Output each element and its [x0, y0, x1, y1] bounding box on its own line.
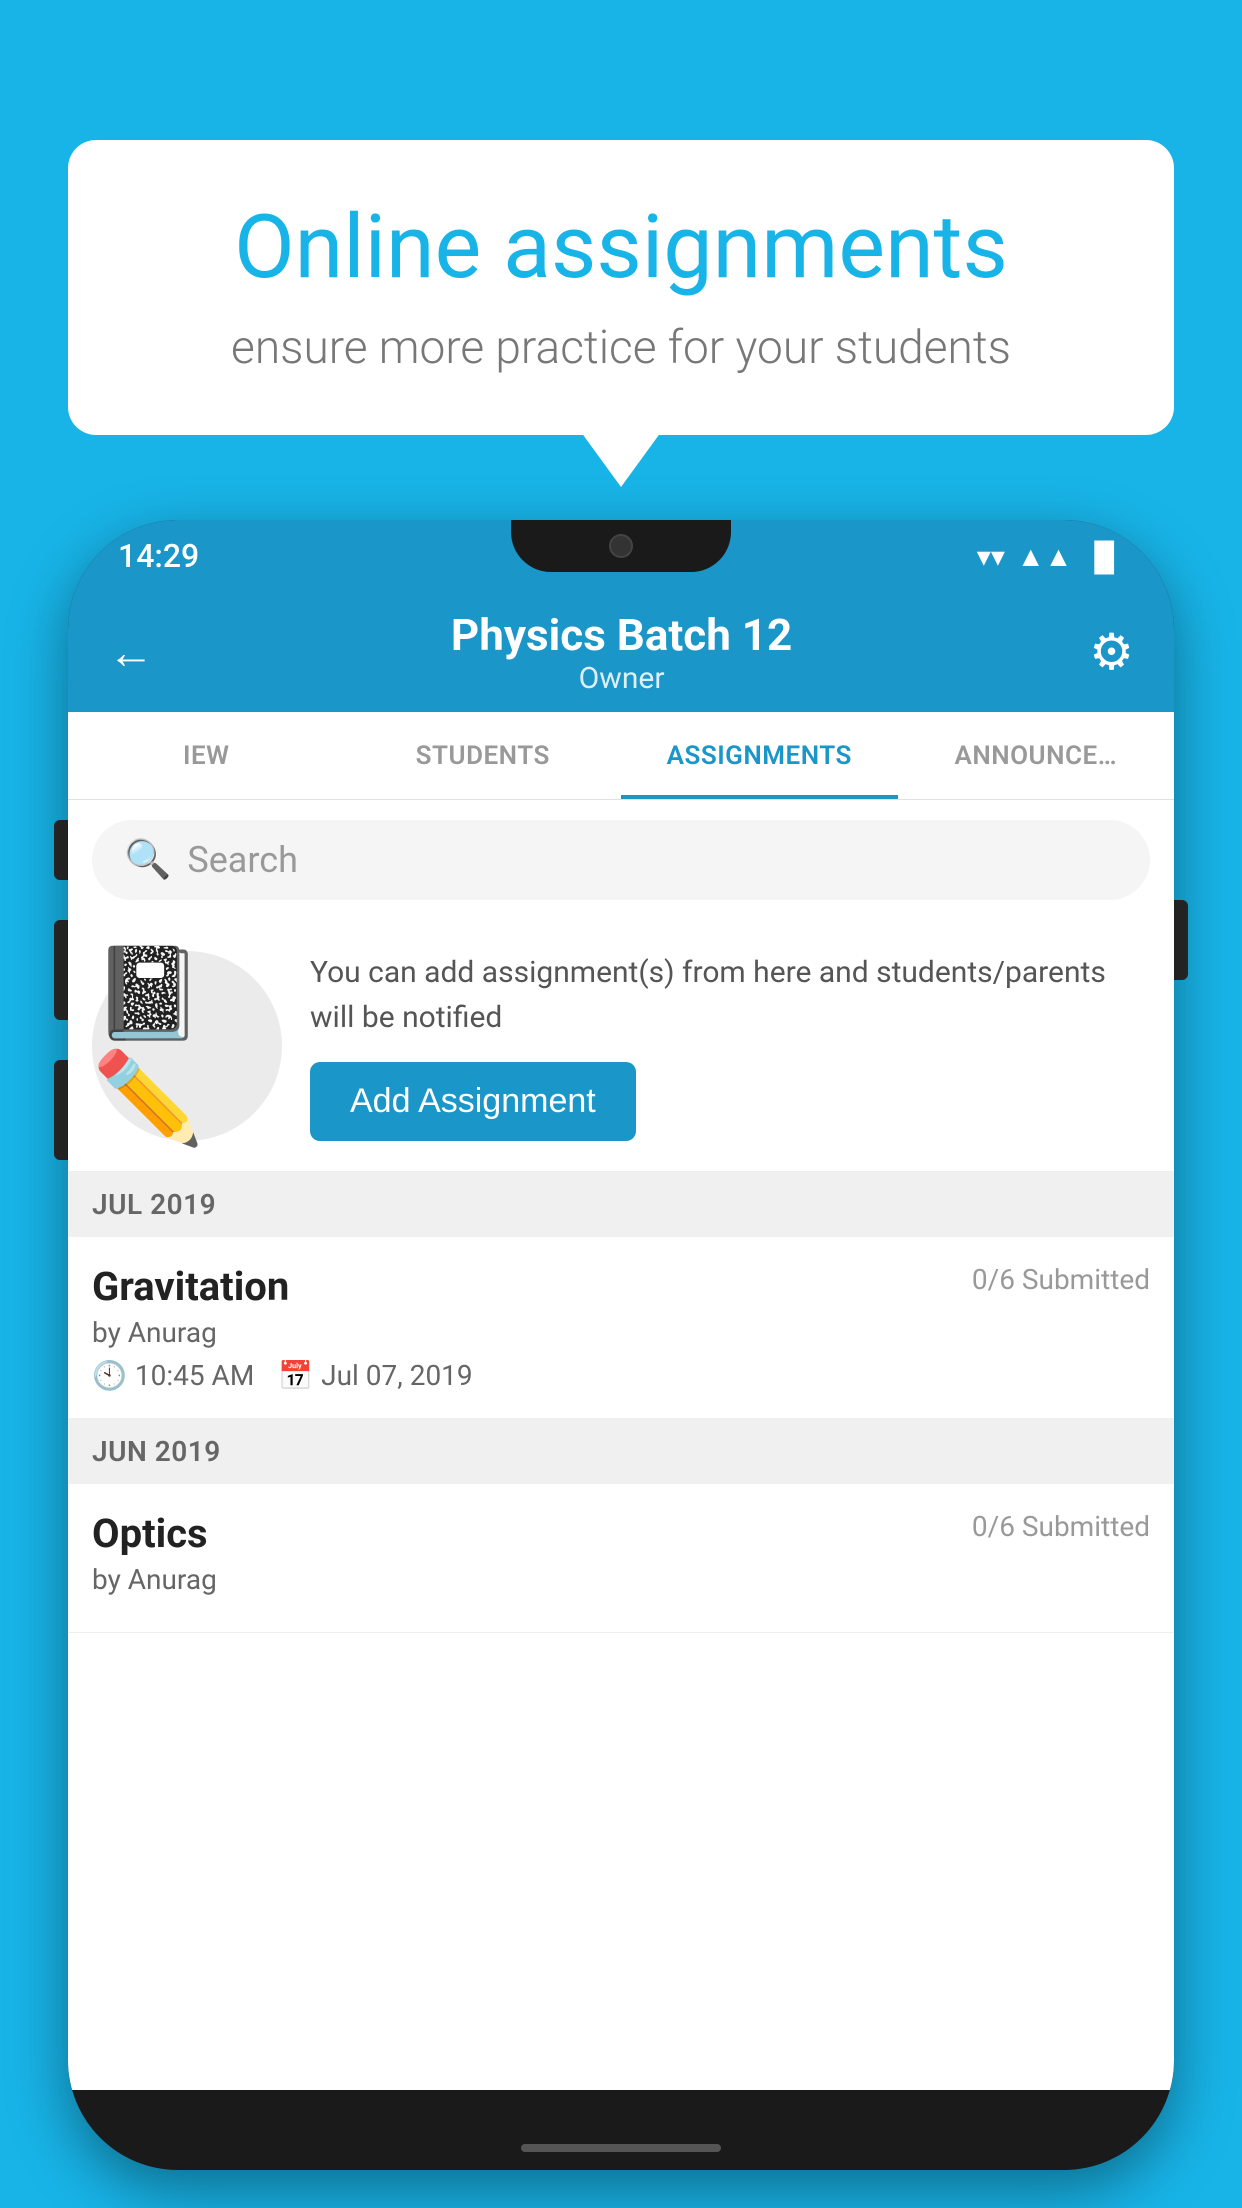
tab-assignments[interactable]: ASSIGNMENTS — [621, 712, 898, 799]
wifi-icon: ▾▾ — [977, 540, 1005, 573]
assignment-submitted-optics: 0/6 Submitted — [972, 1510, 1150, 1543]
volume-up-button — [54, 920, 68, 1020]
assignment-name: Gravitation — [92, 1263, 289, 1310]
phone-notch — [511, 520, 731, 572]
volume-down-button — [54, 1060, 68, 1160]
front-camera — [609, 534, 633, 558]
assignment-item-gravitation[interactable]: Gravitation 0/6 Submitted by Anurag 🕙 10… — [68, 1237, 1174, 1419]
phone-container: 14:29 ▾▾ ▲▲ ▐▌ ← Physics Batch 12 Owner … — [68, 520, 1174, 2170]
app-header: ← Physics Batch 12 Owner ⚙ — [68, 592, 1174, 712]
status-icons: ▾▾ ▲▲ ▐▌ — [977, 540, 1124, 573]
add-assignment-right: You can add assignment(s) from here and … — [310, 950, 1150, 1141]
assignment-row: Gravitation 0/6 Submitted — [92, 1263, 1150, 1310]
settings-icon[interactable]: ⚙ — [1089, 623, 1134, 682]
phone-screen: 🔍 Search 📓✏️ You can add assignment(s) f… — [68, 800, 1174, 2090]
tab-announcements[interactable]: ANNOUNCE… — [898, 712, 1175, 799]
speech-bubble: Online assignments ensure more practice … — [68, 140, 1174, 435]
assignment-by-optics: by Anurag — [92, 1563, 1150, 1596]
bubble-subtitle: ensure more practice for your students — [138, 321, 1104, 375]
tab-students[interactable]: STUDENTS — [345, 712, 622, 799]
calendar-icon: 📅 — [278, 1359, 313, 1392]
assignment-by: by Anurag — [92, 1316, 1150, 1349]
speech-bubble-container: Online assignments ensure more practice … — [68, 140, 1174, 435]
month-header-jul: JUL 2019 — [68, 1172, 1174, 1237]
assignment-date: 📅 Jul 07, 2019 — [278, 1359, 472, 1392]
header-center: Physics Batch 12 Owner — [451, 609, 792, 696]
search-bar-container: 🔍 Search — [68, 800, 1174, 920]
battery-icon: ▐▌ — [1084, 540, 1124, 573]
tabs-bar: IEW STUDENTS ASSIGNMENTS ANNOUNCE… — [68, 712, 1174, 800]
assignment-row-optics: Optics 0/6 Submitted — [92, 1510, 1150, 1557]
assignment-meta: 🕙 10:45 AM 📅 Jul 07, 2019 — [92, 1359, 1150, 1392]
search-input[interactable]: Search — [187, 839, 298, 881]
assignment-name-optics: Optics — [92, 1510, 208, 1557]
power-button — [1174, 900, 1188, 980]
phone-frame: 14:29 ▾▾ ▲▲ ▐▌ ← Physics Batch 12 Owner … — [68, 520, 1174, 2170]
status-time: 14:29 — [118, 537, 199, 575]
header-subtitle: Owner — [451, 661, 792, 696]
assignment-icon-circle: 📓✏️ — [92, 951, 282, 1141]
header-title: Physics Batch 12 — [451, 609, 792, 661]
home-bar — [521, 2144, 721, 2152]
bubble-title: Online assignments — [138, 200, 1104, 297]
tab-overview[interactable]: IEW — [68, 712, 345, 799]
add-assignment-section: 📓✏️ You can add assignment(s) from here … — [68, 920, 1174, 1172]
add-assignment-button[interactable]: Add Assignment — [310, 1062, 636, 1141]
month-header-jun: JUN 2019 — [68, 1419, 1174, 1484]
assignment-time: 🕙 10:45 AM — [92, 1359, 254, 1392]
mute-button — [54, 820, 68, 880]
search-bar[interactable]: 🔍 Search — [92, 820, 1150, 900]
signal-icon: ▲▲ — [1017, 540, 1072, 573]
add-assignment-description: You can add assignment(s) from here and … — [310, 950, 1150, 1040]
assignment-item-optics[interactable]: Optics 0/6 Submitted by Anurag — [68, 1484, 1174, 1633]
assignment-submitted: 0/6 Submitted — [972, 1263, 1150, 1296]
notebook-icon: 📓✏️ — [92, 941, 282, 1151]
back-button[interactable]: ← — [108, 625, 154, 680]
clock-icon: 🕙 — [92, 1359, 127, 1392]
search-icon: 🔍 — [124, 838, 171, 882]
